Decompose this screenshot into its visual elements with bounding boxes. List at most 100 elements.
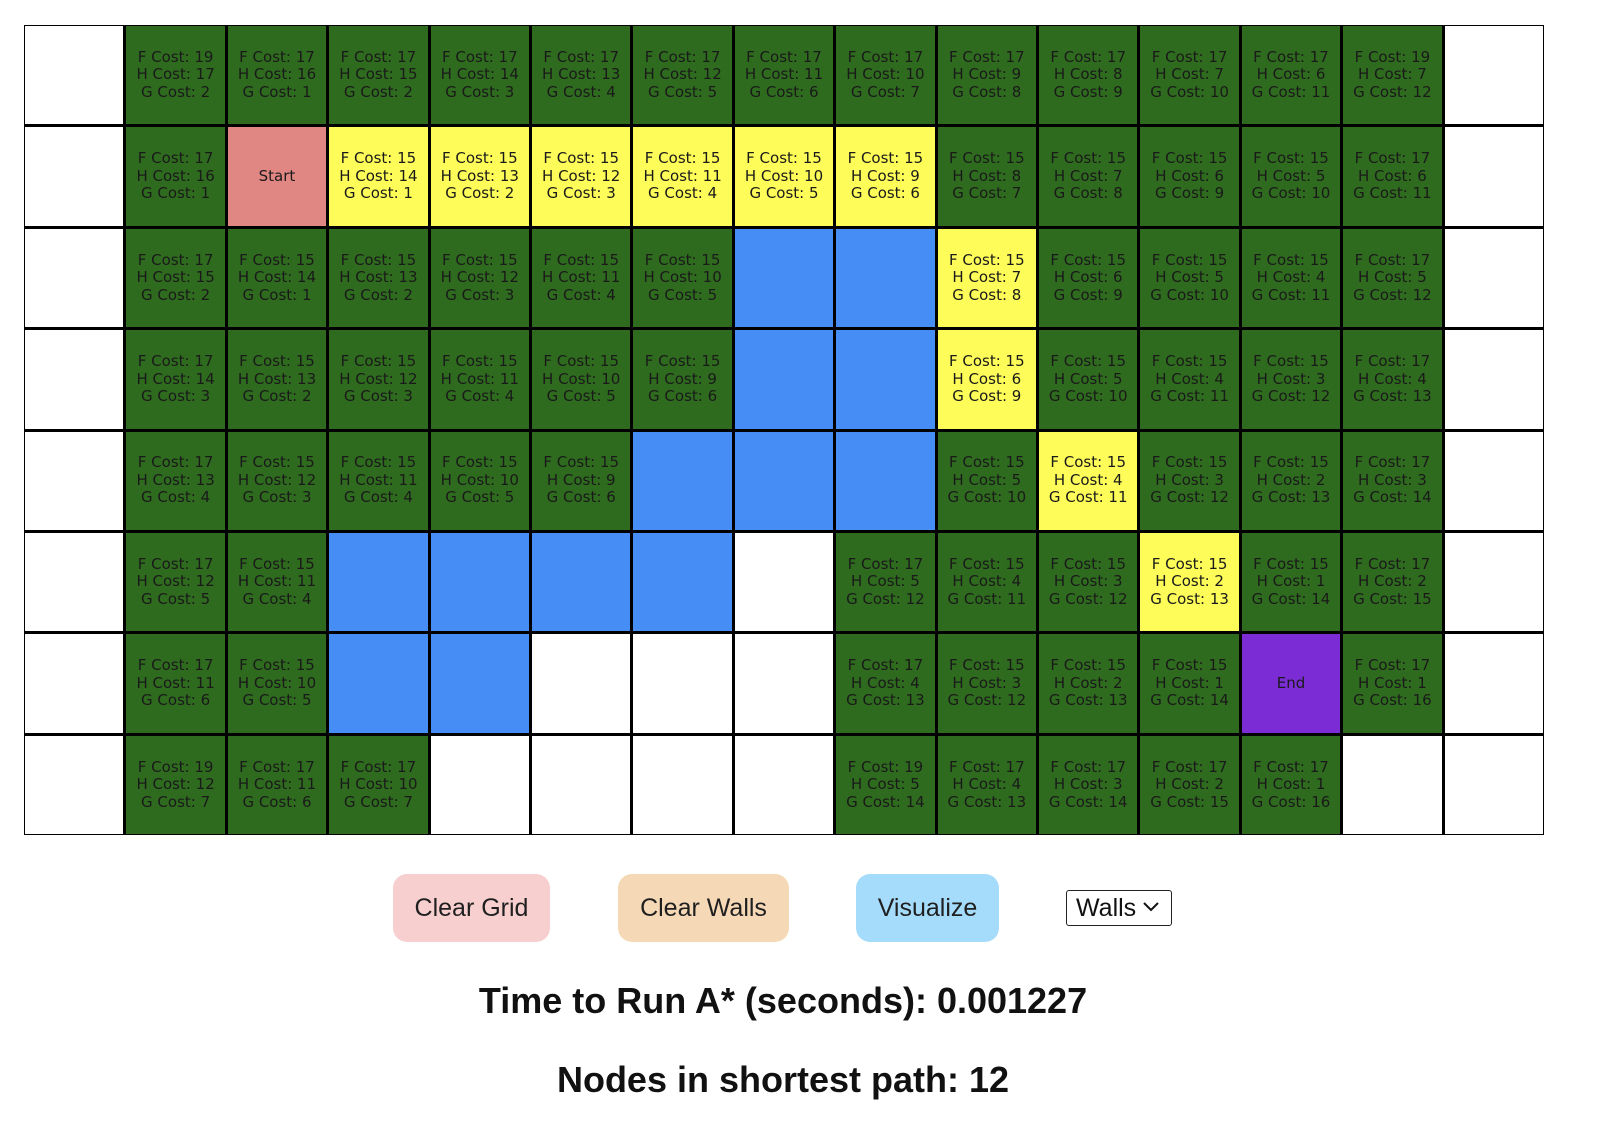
grid-cell-visited[interactable]: F Cost: 15 H Cost: 11 G Cost: 4 (329, 431, 428, 530)
grid-cell-empty[interactable] (734, 634, 834, 733)
grid-cell-path[interactable]: F Cost: 15 H Cost: 14 G Cost: 1 (329, 127, 428, 226)
grid-cell-visited[interactable]: F Cost: 15 H Cost: 7G Cost: 8 (1039, 127, 1138, 226)
grid-cell-visited[interactable]: F Cost: 15 H Cost: 14 G Cost: 1 (227, 228, 327, 328)
grid-cell-empty[interactable] (532, 735, 631, 834)
grid-cell-visited[interactable]: F Cost: 15 H Cost: 5G Cost: 10 (1140, 228, 1239, 328)
grid-cell-empty[interactable] (25, 228, 124, 328)
grid-cell-empty[interactable] (1444, 127, 1543, 226)
grid-cell-wall[interactable] (734, 228, 834, 328)
grid-cell-path[interactable]: F Cost: 15 H Cost: 2G Cost: 13 (1140, 532, 1239, 632)
grid-cell-empty[interactable] (25, 431, 124, 530)
grid-cell-empty[interactable] (1444, 735, 1543, 834)
grid-cell-wall[interactable] (836, 228, 935, 328)
grid-cell-empty[interactable] (734, 532, 834, 632)
grid-cell-wall[interactable] (633, 532, 732, 632)
grid-cell-visited[interactable]: F Cost: 17 H Cost: 14 G Cost: 3 (126, 330, 225, 429)
grid-cell-wall[interactable] (836, 330, 935, 429)
grid-cell-visited[interactable]: F Cost: 17 H Cost: 16 G Cost: 1 (227, 26, 327, 125)
grid-cell-visited[interactable]: F Cost: 15 H Cost: 4G Cost: 11 (1241, 228, 1341, 328)
grid-cell-visited[interactable]: F Cost: 17 H Cost: 14 G Cost: 3 (430, 26, 529, 125)
grid-cell-empty[interactable] (1444, 330, 1543, 429)
grid-cell-visited[interactable]: F Cost: 17 H Cost: 4G Cost: 13 (1343, 330, 1442, 429)
grid-cell-empty[interactable] (633, 634, 732, 733)
grid-cell-visited[interactable]: F Cost: 17 H Cost: 11 G Cost: 6 (126, 634, 225, 733)
grid-cell-visited[interactable]: F Cost: 17 H Cost: 9G Cost: 8 (937, 26, 1036, 125)
grid-cell-visited[interactable]: F Cost: 15 H Cost: 3G Cost: 12 (1140, 431, 1239, 530)
grid-cell-visited[interactable]: F Cost: 17 H Cost: 16 G Cost: 1 (126, 127, 225, 226)
grid-cell-path[interactable]: F Cost: 15 H Cost: 7G Cost: 8 (937, 228, 1036, 328)
grid-cell-empty[interactable] (734, 735, 834, 834)
grid-cell-path[interactable]: F Cost: 15 H Cost: 6G Cost: 9 (937, 330, 1036, 429)
grid-cell-start[interactable]: Start (227, 127, 327, 226)
grid-cell-visited[interactable]: F Cost: 17 H Cost: 5G Cost: 12 (836, 532, 935, 632)
grid-cell-visited[interactable]: F Cost: 17 H Cost: 15 G Cost: 2 (329, 26, 428, 125)
grid-cell-visited[interactable]: F Cost: 17 H Cost: 2G Cost: 15 (1343, 532, 1442, 632)
grid-cell-wall[interactable] (734, 330, 834, 429)
grid-cell-visited[interactable]: F Cost: 15 H Cost: 6G Cost: 9 (1039, 228, 1138, 328)
grid-cell-empty[interactable] (25, 26, 124, 125)
grid-cell-empty[interactable] (1444, 431, 1543, 530)
grid-cell-visited[interactable]: F Cost: 15 H Cost: 10 G Cost: 5 (227, 634, 327, 733)
grid-cell-visited[interactable]: F Cost: 15 H Cost: 4G Cost: 11 (1140, 330, 1239, 429)
grid-cell-visited[interactable]: F Cost: 17 H Cost: 11 G Cost: 6 (734, 26, 834, 125)
grid-cell-visited[interactable]: F Cost: 15 H Cost: 11 G Cost: 4 (430, 330, 529, 429)
grid-cell-path[interactable]: F Cost: 15 H Cost: 13 G Cost: 2 (430, 127, 529, 226)
grid-cell-visited[interactable]: F Cost: 15 H Cost: 5G Cost: 10 (1039, 330, 1138, 429)
grid-cell-empty[interactable] (1444, 634, 1543, 733)
grid-cell-end[interactable]: End (1241, 634, 1341, 733)
grid-cell-visited[interactable]: F Cost: 17 H Cost: 5G Cost: 12 (1343, 228, 1442, 328)
grid-cell-path[interactable]: F Cost: 15 H Cost: 9G Cost: 6 (836, 127, 935, 226)
grid-cell-visited[interactable]: F Cost: 17 H Cost: 3G Cost: 14 (1343, 431, 1442, 530)
grid-cell-visited[interactable]: F Cost: 17 H Cost: 7G Cost: 10 (1140, 26, 1239, 125)
grid-cell-wall[interactable] (329, 532, 428, 632)
grid-cell-visited[interactable]: F Cost: 15 H Cost: 3G Cost: 12 (1241, 330, 1341, 429)
grid-cell-wall[interactable] (430, 532, 529, 632)
grid-cell-visited[interactable]: F Cost: 15 H Cost: 13 G Cost: 2 (227, 330, 327, 429)
pathfinding-grid[interactable]: F Cost: 19 H Cost: 17 G Cost: 2F Cost: 17 H… (24, 25, 1544, 835)
grid-cell-visited[interactable]: F Cost: 15 H Cost: 5G Cost: 10 (1241, 127, 1341, 226)
grid-cell-wall[interactable] (329, 634, 428, 733)
grid-cell-visited[interactable]: F Cost: 17 H Cost: 8G Cost: 9 (1039, 26, 1138, 125)
grid-cell-visited[interactable]: F Cost: 15 H Cost: 3G Cost: 12 (1039, 532, 1138, 632)
grid-cell-visited[interactable]: F Cost: 15 H Cost: 2G Cost: 13 (1039, 634, 1138, 733)
grid-cell-empty[interactable] (1343, 735, 1442, 834)
grid-cell-visited[interactable]: F Cost: 15 H Cost: 13 G Cost: 2 (329, 228, 428, 328)
grid-cell-path[interactable]: F Cost: 15 H Cost: 10 G Cost: 5 (734, 127, 834, 226)
clear-walls-button[interactable]: Clear Walls (618, 874, 789, 942)
grid-cell-visited[interactable]: F Cost: 15 H Cost: 9G Cost: 6 (633, 330, 732, 429)
grid-cell-visited[interactable]: F Cost: 15 H Cost: 10 G Cost: 5 (633, 228, 732, 328)
grid-cell-wall[interactable] (532, 532, 631, 632)
mode-select[interactable]: Walls (1066, 890, 1172, 926)
grid-cell-wall[interactable] (633, 431, 732, 530)
grid-cell-visited[interactable]: F Cost: 17 H Cost: 3G Cost: 14 (1039, 735, 1138, 834)
grid-cell-visited[interactable]: F Cost: 15 H Cost: 12 G Cost: 3 (430, 228, 529, 328)
grid-cell-visited[interactable]: F Cost: 17 H Cost: 10 G Cost: 7 (329, 735, 428, 834)
grid-cell-empty[interactable] (25, 330, 124, 429)
grid-cell-empty[interactable] (25, 735, 124, 834)
grid-cell-visited[interactable]: F Cost: 17 H Cost: 1G Cost: 16 (1241, 735, 1341, 834)
grid-cell-empty[interactable] (25, 634, 124, 733)
grid-cell-visited[interactable]: F Cost: 17 H Cost: 4G Cost: 13 (937, 735, 1036, 834)
grid-cell-visited[interactable]: F Cost: 17 H Cost: 15 G Cost: 2 (126, 228, 225, 328)
grid-cell-empty[interactable] (25, 532, 124, 632)
grid-cell-visited[interactable]: F Cost: 15 H Cost: 1G Cost: 14 (1241, 532, 1341, 632)
grid-cell-empty[interactable] (532, 634, 631, 733)
grid-cell-empty[interactable] (633, 735, 732, 834)
grid-cell-visited[interactable]: F Cost: 17 H Cost: 11 G Cost: 6 (227, 735, 327, 834)
grid-cell-visited[interactable]: F Cost: 19 H Cost: 5G Cost: 14 (836, 735, 935, 834)
grid-cell-visited[interactable]: F Cost: 17 H Cost: 6G Cost: 11 (1343, 127, 1442, 226)
grid-cell-empty[interactable] (25, 127, 124, 226)
grid-cell-visited[interactable]: F Cost: 15 H Cost: 1G Cost: 14 (1140, 634, 1239, 733)
grid-cell-empty[interactable] (1444, 228, 1543, 328)
grid-cell-visited[interactable]: F Cost: 15 H Cost: 3G Cost: 12 (937, 634, 1036, 733)
grid-cell-visited[interactable]: F Cost: 15 H Cost: 12 G Cost: 3 (329, 330, 428, 429)
grid-cell-visited[interactable]: F Cost: 15 H Cost: 5G Cost: 10 (937, 431, 1036, 530)
grid-cell-empty[interactable] (1444, 532, 1543, 632)
grid-cell-path[interactable]: F Cost: 15 H Cost: 4G Cost: 11 (1039, 431, 1138, 530)
clear-grid-button[interactable]: Clear Grid (393, 874, 550, 942)
grid-cell-visited[interactable]: F Cost: 15 H Cost: 11 G Cost: 4 (227, 532, 327, 632)
grid-cell-visited[interactable]: F Cost: 15 H Cost: 10 G Cost: 5 (430, 431, 529, 530)
grid-cell-path[interactable]: F Cost: 15 H Cost: 11 G Cost: 4 (633, 127, 732, 226)
grid-cell-visited[interactable]: F Cost: 17 H Cost: 13 G Cost: 4 (532, 26, 631, 125)
grid-cell-visited[interactable]: F Cost: 15 H Cost: 4G Cost: 11 (937, 532, 1036, 632)
